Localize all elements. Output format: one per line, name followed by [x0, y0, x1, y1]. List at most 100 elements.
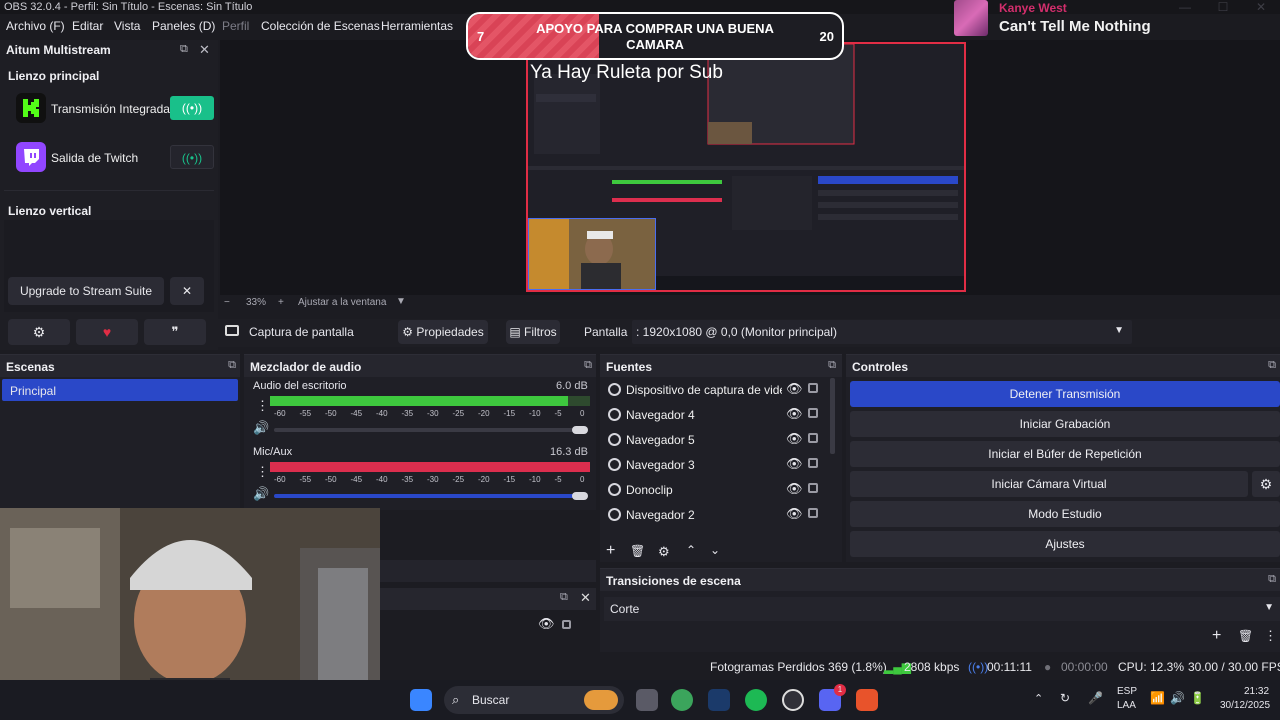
- undock-icon[interactable]: ⧉: [1268, 573, 1276, 586]
- settings-button[interactable]: Ajustes: [850, 531, 1280, 557]
- source-item[interactable]: Navegador 4 👁: [600, 403, 830, 427]
- task-view-icon[interactable]: [636, 689, 658, 711]
- volume-icon[interactable]: 🔊: [1170, 691, 1185, 705]
- eye-icon[interactable]: 👁: [786, 506, 803, 522]
- add-transition-icon[interactable]: +: [1212, 627, 1221, 645]
- stop-streaming-button[interactable]: Detener Transmisión: [850, 381, 1280, 407]
- battery-icon[interactable]: 🔋: [1190, 691, 1205, 705]
- menu-perfil[interactable]: Perfil: [222, 19, 249, 33]
- microphone-icon[interactable]: 🎤: [1088, 691, 1103, 705]
- spotify-icon[interactable]: [745, 689, 767, 711]
- trash-icon[interactable]: 🗑: [630, 544, 645, 558]
- app-icon[interactable]: [856, 689, 878, 711]
- speaker-icon[interactable]: 🔊: [253, 420, 269, 436]
- upgrade-stream-suite-button[interactable]: Upgrade to Stream Suite: [8, 277, 164, 305]
- clock-date[interactable]: 30/12/2025: [1220, 700, 1270, 711]
- lock-icon[interactable]: [808, 508, 818, 518]
- undock-icon[interactable]: ⧉: [560, 591, 568, 604]
- gear-icon[interactable]: ⚙: [658, 544, 670, 560]
- menu-coleccion-escenas[interactable]: Colección de Escenas: [261, 19, 380, 33]
- more-options-icon[interactable]: ⋮: [256, 398, 269, 414]
- lock-icon[interactable]: [808, 383, 818, 393]
- start-recording-button[interactable]: Iniciar Grabación: [850, 411, 1280, 437]
- start-virtual-camera-button[interactable]: Iniciar Cámara Virtual: [850, 471, 1248, 497]
- lock-icon[interactable]: [808, 408, 818, 418]
- menu-editar[interactable]: Editar: [72, 19, 103, 33]
- scene-item-principal[interactable]: Principal: [2, 379, 238, 401]
- menu-herramientas[interactable]: Herramientas: [381, 19, 453, 33]
- menu-paneles[interactable]: Paneles (D): [152, 19, 215, 33]
- multistream-title: Aitum Multistream: [6, 43, 111, 57]
- source-item[interactable]: Navegador 3 👁: [600, 453, 830, 477]
- start-replay-buffer-button[interactable]: Iniciar el Búfer de Repetición: [850, 441, 1280, 467]
- volume-knob-mic[interactable]: [572, 492, 588, 500]
- eye-icon[interactable]: 👁: [538, 616, 555, 632]
- more-options-icon[interactable]: ⋮: [256, 464, 269, 480]
- lock-icon[interactable]: [808, 458, 818, 468]
- menu-vista[interactable]: Vista: [114, 19, 140, 33]
- chrome-icon[interactable]: [671, 689, 693, 711]
- lock-icon[interactable]: [808, 483, 818, 493]
- wifi-icon[interactable]: 📶: [1150, 691, 1165, 705]
- steam-icon[interactable]: [708, 689, 730, 711]
- filters-button[interactable]: ▤ Filtros: [506, 320, 560, 344]
- broadcast-toggle-twitch[interactable]: ((•)): [170, 145, 214, 169]
- output-row-kick: Transmisión Integrada ((•)): [14, 87, 214, 131]
- close-dock-icon[interactable]: ✕: [199, 42, 210, 58]
- transition-select[interactable]: Corte ▼: [604, 597, 1280, 621]
- source-item[interactable]: Dispositivo de captura de vide 👁: [600, 378, 830, 402]
- eye-icon[interactable]: 👁: [786, 381, 803, 397]
- language-bottom[interactable]: LAA: [1117, 700, 1136, 711]
- close-icon[interactable]: ✕: [580, 590, 591, 606]
- source-item[interactable]: Navegador 5 👁: [600, 428, 830, 452]
- eye-icon[interactable]: 👁: [786, 456, 803, 472]
- monitor-icon: [225, 325, 239, 336]
- lock-icon[interactable]: [562, 620, 571, 629]
- source-item[interactable]: Navegador 2 👁: [600, 503, 830, 527]
- volume-slider-desktop[interactable]: [274, 428, 584, 432]
- fit-to-window-label[interactable]: Ajustar a la ventana: [298, 297, 386, 308]
- eye-icon[interactable]: 👁: [786, 481, 803, 497]
- language-top[interactable]: ESP: [1117, 686, 1137, 697]
- sync-icon[interactable]: ↻: [1060, 691, 1070, 705]
- taskbar-search[interactable]: ⌕ Buscar: [444, 686, 624, 714]
- float-dock-icon[interactable]: ⧉: [180, 43, 188, 56]
- trash-icon[interactable]: 🗑: [1238, 629, 1253, 643]
- settings-gear-icon[interactable]: ⚙: [8, 319, 70, 345]
- undock-icon[interactable]: ⧉: [584, 359, 592, 372]
- eye-icon[interactable]: 👁: [786, 406, 803, 422]
- heart-icon[interactable]: ♥: [76, 319, 138, 345]
- dismiss-upgrade-button[interactable]: ✕: [170, 277, 204, 305]
- volume-slider-mic[interactable]: [274, 494, 580, 498]
- properties-button[interactable]: ⚙ Propiedades: [398, 320, 488, 344]
- studio-mode-button[interactable]: Modo Estudio: [850, 501, 1280, 527]
- menu-archivo[interactable]: Archivo (F): [6, 19, 65, 33]
- volume-knob-desktop[interactable]: [572, 426, 588, 434]
- obs-icon[interactable]: [782, 689, 804, 711]
- more-options-icon[interactable]: ⋮: [1264, 628, 1277, 644]
- undock-icon[interactable]: ⧉: [228, 359, 236, 372]
- move-down-icon[interactable]: ⌄: [710, 543, 720, 557]
- chevron-up-icon[interactable]: ⌃: [1034, 692, 1043, 705]
- virtual-camera-gear-icon[interactable]: ⚙: [1252, 471, 1280, 497]
- chevron-down-icon[interactable]: ▼: [396, 296, 406, 307]
- move-up-icon[interactable]: ⌃: [686, 543, 696, 557]
- eye-icon[interactable]: 👁: [786, 431, 803, 447]
- broadcast-toggle-kick[interactable]: ((•)): [170, 96, 214, 120]
- zoom-in-icon[interactable]: +: [278, 297, 284, 308]
- chat-bubble-icon[interactable]: ❞: [144, 319, 206, 345]
- source-item[interactable]: Donoclip 👁: [600, 478, 830, 502]
- zoom-out-icon[interactable]: −: [224, 297, 230, 308]
- clock-time[interactable]: 21:32: [1244, 686, 1269, 697]
- windows-start-icon[interactable]: [410, 689, 432, 711]
- lock-icon[interactable]: [808, 433, 818, 443]
- sources-scrollbar[interactable]: [830, 378, 835, 454]
- undock-icon[interactable]: ⧉: [828, 359, 836, 372]
- add-source-icon[interactable]: +: [606, 542, 615, 560]
- main-canvas-label: Lienzo principal: [8, 69, 100, 83]
- display-select[interactable]: : 1920x1080 @ 0,0 (Monitor principal) ▼: [632, 320, 1132, 344]
- transitions-title: Transiciones de escena: [606, 574, 741, 588]
- speaker-icon[interactable]: 🔊: [253, 486, 269, 502]
- undock-icon[interactable]: ⧉: [1268, 359, 1276, 372]
- meter-ticks-desktop: -60 -55 -50 -45 -40 -35 -30 -25 -20 -15 -10 -5 0: [270, 409, 590, 419]
